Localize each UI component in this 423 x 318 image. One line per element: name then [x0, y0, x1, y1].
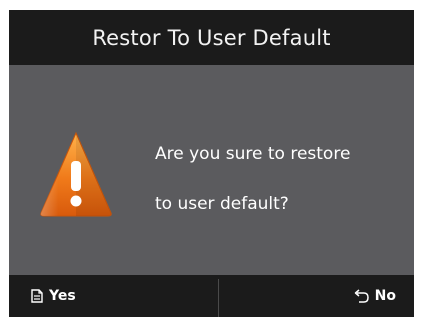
warning-icon — [39, 131, 113, 217]
restore-dialog: Restor To User Default Are you sure to r… — [9, 10, 414, 317]
yes-label: Yes — [49, 288, 76, 304]
title-bar: Restor To User Default — [9, 10, 414, 65]
back-arrow-icon — [353, 289, 369, 303]
document-icon — [31, 289, 43, 303]
dialog-title: Restor To User Default — [92, 25, 331, 50]
message-line-2: to user default? — [155, 194, 289, 214]
dialog-message: Are you sure to restore to user default? — [155, 129, 410, 229]
footer-divider — [218, 279, 219, 317]
yes-button[interactable]: Yes — [31, 275, 76, 317]
no-label: No — [374, 288, 396, 304]
no-button[interactable]: No — [353, 275, 396, 317]
softkey-bar: Yes No — [9, 275, 414, 317]
dialog-body: Are you sure to restore to user default? — [9, 65, 414, 275]
message-line-1: Are you sure to restore — [155, 144, 351, 164]
